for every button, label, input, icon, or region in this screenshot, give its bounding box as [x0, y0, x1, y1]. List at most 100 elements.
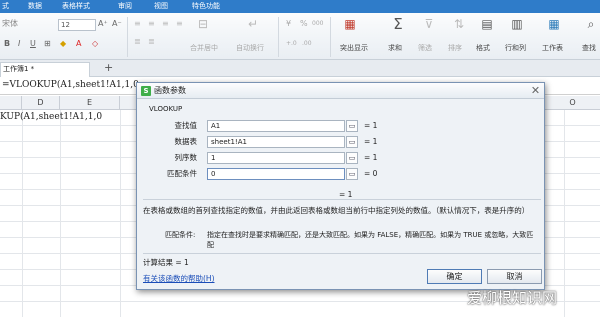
- underline-icon[interactable]: U: [30, 39, 36, 49]
- thousands-icon[interactable]: 000: [312, 19, 323, 29]
- arg-result: = 1: [364, 137, 378, 146]
- filter-icon[interactable]: ⊽: [422, 17, 436, 31]
- ribbon-separator: [127, 17, 128, 57]
- add-tab-icon[interactable]: +: [104, 61, 113, 75]
- border-icon[interactable]: ⊞: [44, 39, 51, 49]
- app-logo-icon: S: [141, 86, 151, 96]
- menu-table-style[interactable]: 表格样式: [62, 1, 90, 12]
- menu-features[interactable]: 特色功能: [192, 1, 220, 12]
- align-left-icon[interactable]: ≡: [176, 19, 183, 29]
- font-shrink-icon[interactable]: A⁻: [112, 19, 122, 29]
- divider: [143, 199, 541, 200]
- font-name-select[interactable]: 宋体: [2, 19, 18, 29]
- clear-format-icon[interactable]: ◇: [92, 39, 98, 49]
- divider: [143, 253, 541, 254]
- range-select-icon[interactable]: ▭: [346, 168, 358, 180]
- highlight-icon[interactable]: ▦: [343, 17, 357, 31]
- indent-icon[interactable]: ≣: [134, 37, 141, 47]
- sort-icon[interactable]: ⇅: [452, 17, 466, 31]
- auto-wrap-icon[interactable]: ↵: [246, 17, 260, 31]
- menu-view[interactable]: 视图: [154, 1, 168, 12]
- param-description: 指定在查找时是要求精确匹配，还是大致匹配。如果为 FALSE，精确匹配。如果为 …: [207, 231, 534, 249]
- col-index-input[interactable]: 1: [207, 152, 345, 164]
- lookup-value-input[interactable]: A1: [207, 120, 345, 132]
- currency-icon[interactable]: ¥: [286, 19, 291, 29]
- menu-data[interactable]: 数据: [28, 1, 42, 12]
- arg-label: 匹配条件: [167, 169, 197, 178]
- column-header[interactable]: [0, 96, 22, 110]
- fill-color-icon[interactable]: ◆: [60, 39, 66, 49]
- align-top-icon[interactable]: ≡: [134, 19, 141, 29]
- menu-formula[interactable]: 式: [2, 1, 9, 12]
- arg-label: 查找值: [174, 121, 198, 130]
- font-color-icon[interactable]: A: [76, 39, 81, 49]
- active-cell-content[interactable]: KUP(A1,sheet1!A1,1,0: [0, 112, 102, 122]
- percent-icon[interactable]: %: [300, 19, 308, 29]
- find-icon[interactable]: ⌕: [584, 17, 598, 31]
- param-name: 匹配条件:: [165, 231, 196, 239]
- arg-label: 数据表: [174, 137, 198, 146]
- column-header-e[interactable]: E: [60, 96, 120, 110]
- sum-button[interactable]: 求和: [388, 43, 402, 53]
- formula-text[interactable]: =VLOOKUP(A1,sheet1!A1,1,0: [2, 80, 139, 90]
- rowcol-button[interactable]: 行和列: [505, 43, 526, 53]
- bold-icon[interactable]: B: [4, 39, 10, 49]
- cancel-button[interactable]: 取消: [487, 269, 542, 284]
- formula-total-result: = 1: [339, 190, 353, 199]
- menu-bar: 式 数据 表格样式 审阅 视图 特色功能: [0, 0, 600, 13]
- dialog-title: 函数参数: [154, 86, 186, 95]
- align-bottom-icon[interactable]: ≡: [162, 19, 169, 29]
- outdent-icon[interactable]: ≣: [148, 37, 155, 47]
- ribbon-toolbar: 12 A⁺ A⁻ 宋体 B I U ⊞ ◆ A ◇ ≡ ≡ ≡ ≡ ≣ ≣ ⊟ …: [0, 13, 600, 60]
- function-description: 在表格或数组的首列查找指定的数值，并由此返回表格或数组当前行中指定列处的数值。（…: [143, 206, 530, 215]
- function-name: VLOOKUP: [149, 105, 183, 113]
- worksheet-button[interactable]: 工作表: [542, 43, 563, 53]
- highlight-dup-button[interactable]: 突出显示: [340, 43, 368, 53]
- close-icon[interactable]: ✕: [529, 84, 542, 97]
- range-lookup-input[interactable]: 0: [207, 168, 345, 180]
- ribbon-separator: [330, 17, 331, 57]
- arg-row-table-array: 数据表 sheet1!A1 ▭ = 1: [137, 136, 544, 148]
- watermark: 爱柳根知识网: [467, 289, 558, 307]
- merge-center-button[interactable]: 合并居中: [190, 43, 218, 53]
- grid-line: [60, 110, 61, 317]
- range-select-icon[interactable]: ▭: [346, 120, 358, 132]
- font-grow-icon[interactable]: A⁺: [98, 19, 108, 29]
- format-button[interactable]: 格式: [476, 43, 490, 53]
- tab-workbook1[interactable]: 工作簿1 *: [0, 62, 90, 77]
- arg-result: = 1: [364, 153, 378, 162]
- find-button[interactable]: 查找: [582, 43, 596, 53]
- range-select-icon[interactable]: ▭: [346, 136, 358, 148]
- grid-line: [564, 110, 565, 317]
- dialog-title-bar[interactable]: S 函数参数 ✕: [137, 83, 544, 99]
- column-header-o[interactable]: O: [545, 96, 600, 110]
- font-size-select[interactable]: 12: [58, 19, 96, 31]
- calc-result: 计算结果 = 1: [143, 258, 189, 267]
- arg-row-lookup-value: 查找值 A1 ▭ = 1: [137, 120, 544, 132]
- help-link[interactable]: 有关该函数的帮助(H): [143, 273, 215, 284]
- merge-center-icon[interactable]: ⊟: [196, 17, 210, 31]
- table-array-input[interactable]: sheet1!A1: [207, 136, 345, 148]
- arg-result: = 0: [364, 169, 378, 178]
- sort-button[interactable]: 排序: [448, 43, 462, 53]
- worksheet-icon[interactable]: ▦: [547, 17, 561, 31]
- grid-line: [22, 110, 23, 317]
- increase-decimal-icon[interactable]: +.0: [286, 39, 297, 49]
- format-icon[interactable]: ▤: [480, 17, 494, 31]
- rowcol-icon[interactable]: ▥: [510, 17, 524, 31]
- arg-label: 列序数: [174, 153, 198, 162]
- ok-button[interactable]: 确定: [427, 269, 482, 284]
- grid-line: [120, 110, 121, 317]
- ribbon-separator: [278, 17, 279, 57]
- align-middle-icon[interactable]: ≡: [148, 19, 155, 29]
- column-header-d[interactable]: D: [22, 96, 60, 110]
- decrease-decimal-icon[interactable]: .00: [302, 39, 312, 49]
- filter-button[interactable]: 筛选: [418, 43, 432, 53]
- italic-icon[interactable]: I: [18, 39, 20, 49]
- function-arguments-dialog: S 函数参数 ✕ VLOOKUP 查找值 A1 ▭ = 1 数据表 sheet1…: [136, 82, 545, 290]
- menu-review[interactable]: 审阅: [118, 1, 132, 12]
- range-select-icon[interactable]: ▭: [346, 152, 358, 164]
- arg-row-col-index: 列序数 1 ▭ = 1: [137, 152, 544, 164]
- auto-wrap-button[interactable]: 自动换行: [236, 43, 264, 53]
- sum-icon[interactable]: Σ: [391, 17, 405, 32]
